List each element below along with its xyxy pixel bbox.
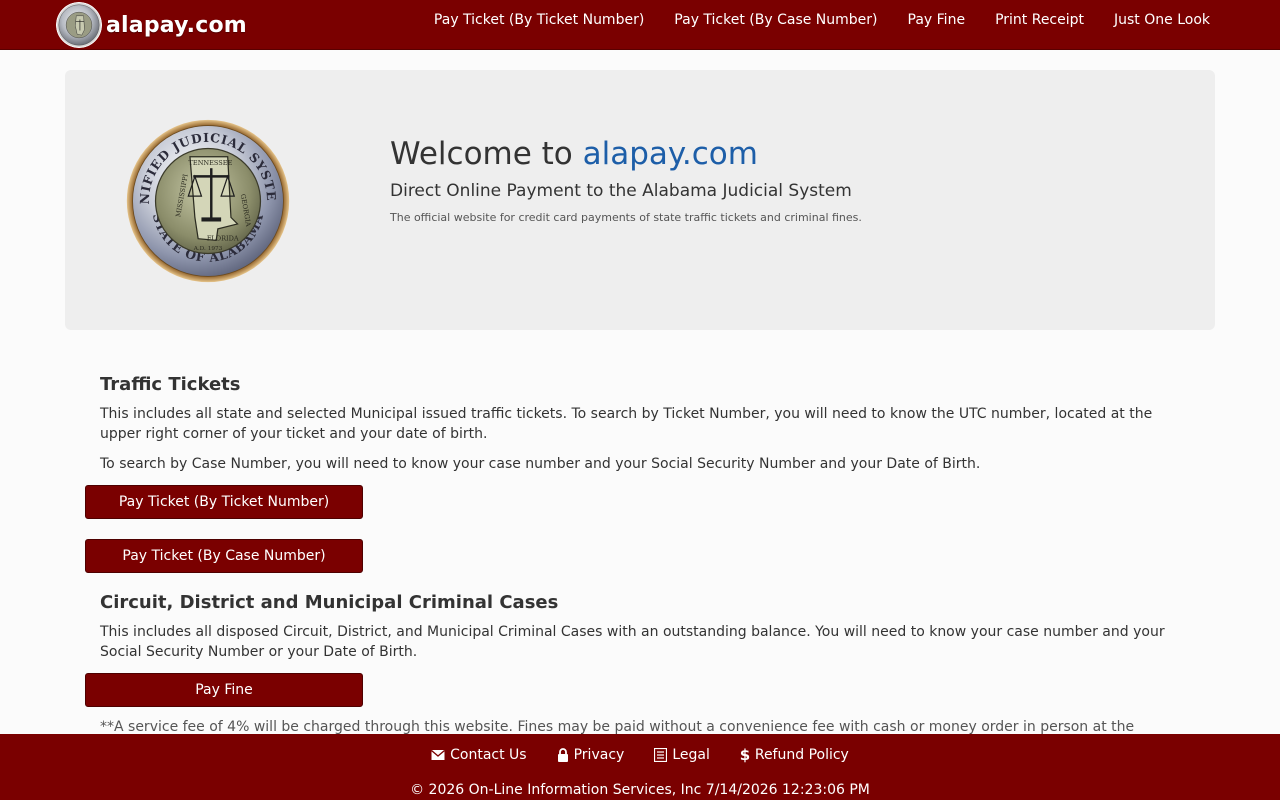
- main-nav: Pay Ticket (By Ticket Number) Pay Ticket…: [434, 0, 1210, 40]
- criminal-cases-heading: Circuit, District and Municipal Criminal…: [100, 592, 559, 613]
- footer-privacy-label: Privacy: [573, 747, 625, 763]
- envelope-icon: [431, 750, 446, 760]
- site-footer: Contact Us Privacy Legal $ Refund Policy: [0, 734, 1280, 800]
- traffic-tickets-heading: Traffic Tickets: [100, 374, 241, 395]
- nav-pay-ticket-by-ticket-number[interactable]: Pay Ticket (By Ticket Number): [434, 12, 644, 28]
- hero-jumbotron: UNIFIED JUDICIAL SYSTEM STATE OF ALABAMA…: [65, 70, 1215, 330]
- hero-subheading: Direct Online Payment to the Alabama Jud…: [390, 181, 852, 201]
- footer-refund-policy-label: Refund Policy: [754, 747, 849, 763]
- pay-ticket-by-case-number-button[interactable]: Pay Ticket (By Case Number): [85, 539, 363, 573]
- case-number-description: To search by Case Number, you will need …: [100, 456, 981, 472]
- document-icon: [654, 748, 668, 762]
- footer-links: Contact Us Privacy Legal $ Refund Policy: [0, 744, 1280, 766]
- seal-tennessee-label: TENNESSEE: [189, 159, 233, 167]
- seal-year-label: A.D. 1973: [193, 246, 223, 252]
- footer-copyright: © 2026 On-Line Information Services, Inc…: [410, 782, 870, 798]
- criminal-cases-description: This includes all disposed Circuit, Dist…: [100, 624, 1165, 660]
- footer-contact-us-label: Contact Us: [450, 747, 527, 763]
- footer-legal-label: Legal: [672, 747, 710, 763]
- top-navbar: alapay.com Pay Ticket (By Ticket Number)…: [0, 0, 1280, 50]
- footer-contact-us-link[interactable]: Contact Us: [431, 747, 527, 763]
- traffic-tickets-description: This includes all state and selected Mun…: [100, 406, 1153, 442]
- nav-just-one-look[interactable]: Just One Look: [1114, 12, 1210, 28]
- pay-fine-button[interactable]: Pay Fine: [85, 673, 363, 707]
- nav-pay-fine[interactable]: Pay Fine: [908, 12, 966, 28]
- footer-privacy-link[interactable]: Privacy: [557, 747, 625, 763]
- dollar-icon: $: [740, 747, 750, 763]
- footer-refund-policy-link[interactable]: $ Refund Policy: [740, 747, 849, 763]
- brand-link[interactable]: alapay.com: [56, 0, 247, 50]
- alabama-seal-logo: [56, 2, 102, 48]
- lock-icon: [557, 748, 568, 762]
- hero-tagline: The official website for credit card pay…: [390, 211, 862, 224]
- seal-florida-label: FLORIDA: [207, 234, 239, 242]
- svg-text:$: $: [740, 747, 750, 763]
- welcome-heading: Welcome to alapay.com: [390, 136, 1170, 172]
- hero-text: Welcome to alapay.com Direct Online Paym…: [390, 136, 1170, 225]
- nav-pay-ticket-by-case-number[interactable]: Pay Ticket (By Case Number): [674, 12, 877, 28]
- welcome-site-name: alapay.com: [582, 136, 758, 172]
- pay-ticket-by-ticket-number-button[interactable]: Pay Ticket (By Ticket Number): [85, 485, 363, 519]
- brand-name: alapay.com: [106, 12, 247, 38]
- footer-legal-link[interactable]: Legal: [654, 747, 710, 763]
- welcome-prefix: Welcome to: [390, 136, 583, 172]
- nav-print-receipt[interactable]: Print Receipt: [995, 12, 1084, 28]
- unified-judicial-system-seal: UNIFIED JUDICIAL SYSTEM STATE OF ALABAMA…: [126, 119, 290, 283]
